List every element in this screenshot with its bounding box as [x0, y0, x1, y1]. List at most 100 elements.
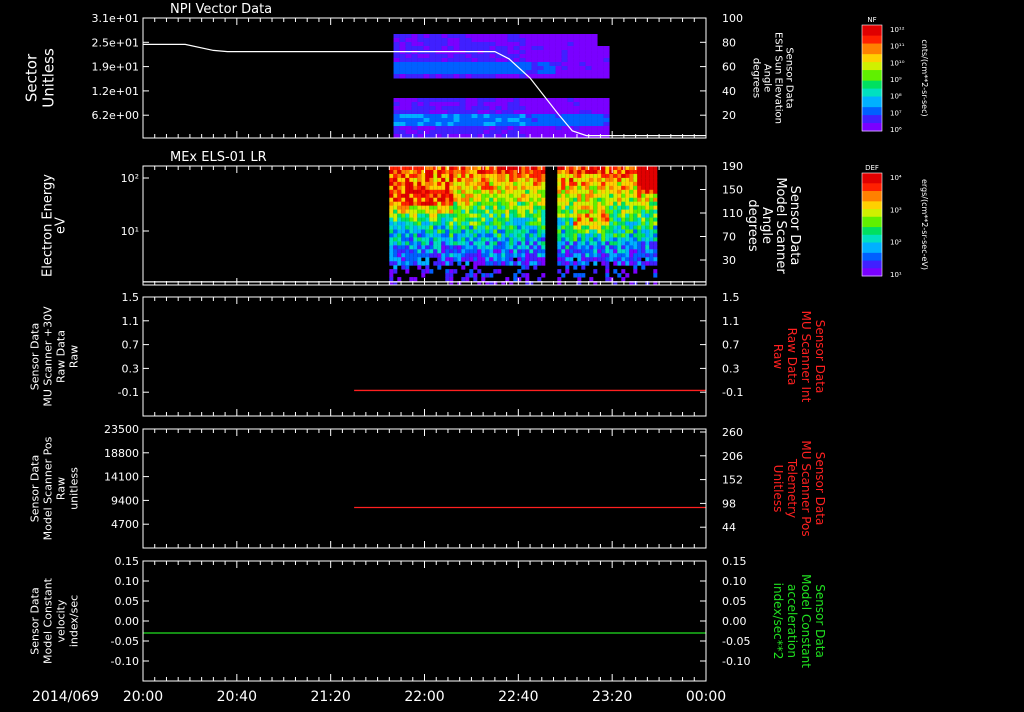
heatmap-cell [519, 110, 526, 115]
heatmap-cell [537, 245, 542, 250]
heatmap-cell [435, 106, 442, 111]
heatmap-cell [645, 197, 650, 203]
heatmap-cell [579, 38, 586, 43]
heatmap-cell [429, 130, 436, 135]
heatmap-cell [509, 181, 514, 187]
y2-tick-label: -0.10 [722, 655, 750, 668]
heatmap-cell [505, 261, 510, 266]
heatmap-cell [521, 273, 526, 278]
heatmap-cell [557, 253, 562, 258]
heatmap-cell [537, 261, 542, 266]
heatmap-cell [529, 201, 534, 207]
heatmap-cell [617, 253, 622, 258]
heatmap-cell [585, 66, 592, 71]
heatmap-cell [497, 221, 502, 226]
heatmap-cell [641, 249, 646, 254]
heatmap-cell [645, 241, 650, 246]
heatmap-cell [637, 181, 642, 187]
heatmap-cell [641, 217, 646, 223]
heatmap-cell [537, 193, 542, 199]
heatmap-cell [401, 237, 406, 242]
heatmap-cell [401, 185, 406, 191]
y2-tick-label: 80 [722, 36, 736, 49]
heatmap-cell [389, 233, 394, 238]
heatmap-cell [621, 233, 626, 238]
heatmap-cell [525, 257, 530, 262]
heatmap-cell [481, 201, 486, 207]
heatmap-cell [397, 229, 402, 234]
heatmap-cell [413, 277, 418, 282]
y2-tick-label: 60 [722, 61, 736, 74]
heatmap-cell [649, 197, 654, 203]
panel-frame [142, 296, 707, 417]
heatmap-cell [449, 166, 454, 171]
heatmap-cell [405, 34, 412, 39]
heatmap-cell [517, 213, 522, 219]
heatmap-cell [409, 185, 414, 191]
heatmap-cell [489, 70, 496, 75]
heatmap-cell [531, 34, 538, 39]
heatmap-cell [591, 34, 598, 39]
heatmap-cell [457, 185, 462, 191]
heatmap-cell [469, 205, 474, 211]
heatmap-cell [421, 193, 426, 199]
heatmap-cell [469, 189, 474, 195]
heatmap-cell [585, 177, 590, 183]
heatmap-cell [581, 201, 586, 207]
heatmap-cell [401, 209, 406, 215]
heatmap-cell [603, 126, 610, 131]
time-tick-label: 00:00 [686, 689, 726, 705]
heatmap-cell [597, 225, 602, 230]
heatmap-cell [477, 50, 484, 55]
heatmap-cell [589, 189, 594, 195]
heatmap-cell [525, 66, 532, 71]
heatmap-cell [457, 193, 462, 199]
heatmap-cell [453, 225, 458, 230]
heatmap-cell [579, 66, 586, 71]
heatmap-cell [397, 257, 402, 262]
heatmap-cell [517, 201, 522, 207]
heatmap-cell [521, 193, 526, 199]
heatmap-cell [561, 169, 566, 175]
heatmap-cell [629, 253, 634, 258]
heatmap-cell [521, 217, 526, 223]
heatmap-cell [645, 185, 650, 191]
heatmap-cell [565, 209, 570, 215]
heatmap-cell [425, 213, 430, 219]
heatmap-cell [577, 169, 582, 175]
heatmap-cell [397, 249, 402, 254]
heatmap-cell [537, 221, 542, 226]
heatmap-cell [509, 233, 514, 238]
heatmap-cell [405, 269, 410, 274]
heatmap-cell [601, 221, 606, 226]
heatmap-cell [581, 213, 586, 219]
heatmap-cell [653, 269, 658, 274]
heatmap-cell [633, 233, 638, 238]
heatmap-cell [413, 189, 418, 195]
heatmap-cell [471, 74, 478, 79]
heatmap-cell [481, 257, 486, 262]
heatmap-cell [393, 265, 398, 270]
heatmap-cell [543, 50, 550, 55]
heatmap-cell [445, 217, 450, 223]
y-tick-label: 14100 [104, 471, 139, 484]
heatmap-cell [537, 253, 542, 258]
heatmap-cell [505, 193, 510, 199]
heatmap-cell [461, 229, 466, 234]
heatmap-cell [629, 177, 634, 183]
heatmap-cell [541, 261, 546, 266]
heatmap-cell [537, 201, 542, 207]
heatmap-cell [509, 197, 514, 203]
heatmap-cell [405, 233, 410, 238]
heatmap-cell [493, 197, 498, 203]
heatmap-cell [585, 46, 592, 51]
heatmap-cell [541, 237, 546, 242]
heatmap-cell [561, 237, 566, 242]
heatmap-cell [593, 205, 598, 211]
heatmap-cell [471, 114, 478, 119]
heatmap-cell [489, 193, 494, 199]
heatmap-cell [581, 185, 586, 191]
heatmap-cell [537, 189, 542, 195]
heatmap-cell [423, 42, 430, 47]
heatmap-cell [593, 166, 598, 171]
